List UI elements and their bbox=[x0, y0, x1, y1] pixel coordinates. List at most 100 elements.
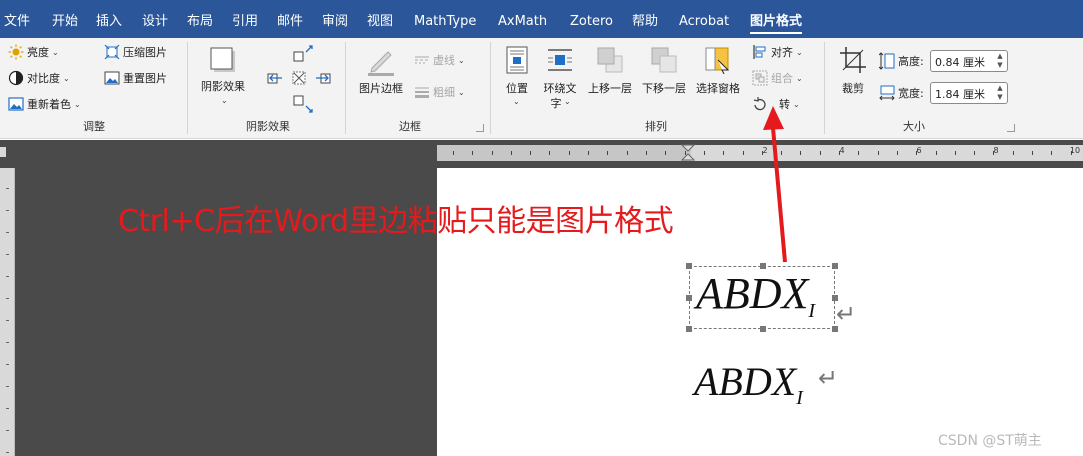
group-label-shadow: 阴影效果 bbox=[246, 120, 290, 133]
chevron-down-icon: ⌄ bbox=[52, 47, 59, 57]
tab-axmath[interactable]: AxMath bbox=[498, 13, 547, 31]
contrast-button[interactable]: 对比度 ⌄ bbox=[8, 70, 70, 86]
wrap-text-label-2: 字 bbox=[550, 97, 562, 110]
align-button[interactable]: 对齐 ⌄ bbox=[752, 44, 803, 60]
tab-selector[interactable] bbox=[0, 147, 6, 157]
send-backward-label: 下移一层 bbox=[642, 82, 686, 95]
ruler-tick bbox=[627, 151, 628, 155]
pasted-formula-image[interactable]: ABDXI bbox=[696, 268, 815, 323]
dashes-button[interactable]: 虚线 ⌄ bbox=[414, 52, 465, 68]
ruler-tick bbox=[6, 452, 9, 453]
contrast-label: 对比度 bbox=[27, 72, 60, 85]
group-objects-button[interactable]: 组合 ⌄ bbox=[752, 70, 803, 86]
height-input[interactable]: 0.84 厘米 ▲ ▼ bbox=[930, 50, 1008, 72]
crop-button[interactable]: 裁剪 bbox=[832, 42, 874, 102]
shadow-effects-button[interactable]: 阴影效果 ⌄ bbox=[194, 42, 252, 110]
tab-help[interactable]: 帮助 bbox=[632, 13, 658, 31]
weight-label: 粗细 bbox=[433, 86, 455, 99]
ruler-tick bbox=[453, 151, 454, 155]
rotate-button[interactable]: 转 ⌄ bbox=[752, 96, 800, 112]
compress-pictures-button[interactable]: 压缩图片 bbox=[104, 44, 167, 60]
watermark: CSDN @ST萌主 bbox=[938, 433, 1042, 449]
shadow-nudge-arrows-icon[interactable] bbox=[264, 44, 338, 114]
position-icon bbox=[506, 46, 528, 74]
width-value: 1.84 厘米 bbox=[935, 88, 985, 101]
send-backward-button[interactable]: 下移一层 bbox=[638, 42, 690, 102]
group-label-border: 边框 bbox=[399, 120, 421, 133]
wrap-text-label-1: 环绕文 bbox=[543, 82, 577, 95]
ruler-tick bbox=[800, 151, 801, 155]
resize-handle[interactable] bbox=[686, 295, 692, 301]
reset-picture-button[interactable]: 重置图片 bbox=[104, 70, 167, 86]
horizontal-ruler[interactable]: 2 4 6 8 10 bbox=[437, 144, 1083, 162]
height-icon bbox=[879, 52, 895, 70]
tab-picture-format[interactable]: 图片格式 bbox=[750, 13, 803, 34]
chevron-down-icon: ⌄ bbox=[458, 55, 465, 65]
indent-marker-icon[interactable] bbox=[681, 144, 695, 162]
recolor-button[interactable]: 重新着色 ⌄ bbox=[8, 96, 81, 112]
ruler-tick bbox=[6, 210, 9, 211]
ruler-tick bbox=[472, 151, 473, 155]
brightness-button[interactable]: 亮度 ⌄ bbox=[8, 44, 59, 60]
ruler-number: 4 bbox=[839, 146, 845, 155]
width-input[interactable]: 1.84 厘米 ▲ ▼ bbox=[930, 82, 1008, 104]
weight-button[interactable]: 粗细 ⌄ bbox=[414, 84, 465, 100]
ruler-number: 2 bbox=[762, 146, 768, 155]
rotate-label: 转 bbox=[779, 98, 790, 111]
ruler-tick bbox=[6, 408, 9, 409]
ruler-tick bbox=[665, 151, 666, 155]
wrap-text-button[interactable]: 环绕文 字 ⌄ bbox=[538, 42, 582, 110]
resize-handle[interactable] bbox=[760, 326, 766, 332]
rotate-icon bbox=[753, 97, 766, 111]
height-value: 0.84 厘米 bbox=[935, 56, 985, 69]
ruler-tick bbox=[6, 188, 9, 189]
ruler-tick bbox=[936, 151, 937, 155]
ruler-tick bbox=[607, 151, 608, 155]
ruler-tick bbox=[897, 151, 898, 155]
tab-zotero[interactable]: Zotero bbox=[570, 13, 613, 31]
tab-view[interactable]: 视图 bbox=[367, 13, 393, 31]
tab-mathtype[interactable]: MathType bbox=[414, 13, 476, 31]
border-dialog-launcher-icon[interactable] bbox=[476, 124, 484, 132]
tab-file[interactable]: 文件 bbox=[4, 13, 30, 31]
chevron-down-icon: ⌄ bbox=[74, 99, 81, 109]
ruler-tick bbox=[6, 342, 9, 343]
vertical-ruler[interactable] bbox=[0, 168, 15, 456]
ruler-tick bbox=[878, 151, 879, 155]
size-dialog-launcher-icon[interactable] bbox=[1007, 124, 1015, 132]
formula-subscript: I bbox=[796, 387, 803, 409]
resize-handle[interactable] bbox=[832, 263, 838, 269]
reset-picture-icon bbox=[104, 71, 120, 85]
tab-references[interactable]: 引用 bbox=[232, 13, 258, 31]
selection-pane-button[interactable]: 选择窗格 bbox=[692, 42, 744, 102]
tab-acrobat[interactable]: Acrobat bbox=[679, 13, 729, 31]
spinner-arrows-icon[interactable]: ▲ ▼ bbox=[995, 52, 1005, 70]
tab-design[interactable]: 设计 bbox=[142, 13, 168, 31]
spinner-arrows-icon[interactable]: ▲ ▼ bbox=[995, 84, 1005, 102]
group-separator bbox=[187, 42, 188, 134]
tab-mailings[interactable]: 邮件 bbox=[277, 13, 303, 31]
tab-insert[interactable]: 插入 bbox=[96, 13, 122, 31]
height-row: 高度: bbox=[879, 52, 924, 70]
reset-label: 重置图片 bbox=[123, 72, 167, 85]
tab-review[interactable]: 审阅 bbox=[322, 13, 348, 31]
ruler-tick bbox=[6, 232, 9, 233]
resize-handle[interactable] bbox=[686, 263, 692, 269]
ruler-tick bbox=[6, 298, 9, 299]
shadow-effects-label: 阴影效果 bbox=[201, 80, 245, 93]
resize-handle[interactable] bbox=[686, 326, 692, 332]
formula-text[interactable]: ABDXI bbox=[694, 358, 803, 410]
ruler-tick bbox=[955, 151, 956, 155]
ruler-number: 8 bbox=[993, 146, 999, 155]
picture-border-button[interactable]: 图片边框 bbox=[352, 42, 410, 102]
bring-forward-label: 上移一层 bbox=[588, 82, 632, 95]
recolor-icon bbox=[8, 97, 24, 111]
ruler-tick bbox=[530, 151, 531, 155]
bring-forward-button[interactable]: 上移一层 bbox=[584, 42, 636, 102]
shadow-effect-icon bbox=[210, 47, 235, 72]
tab-home[interactable]: 开始 bbox=[52, 13, 78, 31]
tab-layout[interactable]: 布局 bbox=[187, 13, 213, 31]
chevron-down-icon: ⌄ bbox=[796, 47, 803, 57]
ruler-tick bbox=[6, 430, 9, 431]
chevron-down-icon: ⌄ bbox=[458, 87, 465, 97]
